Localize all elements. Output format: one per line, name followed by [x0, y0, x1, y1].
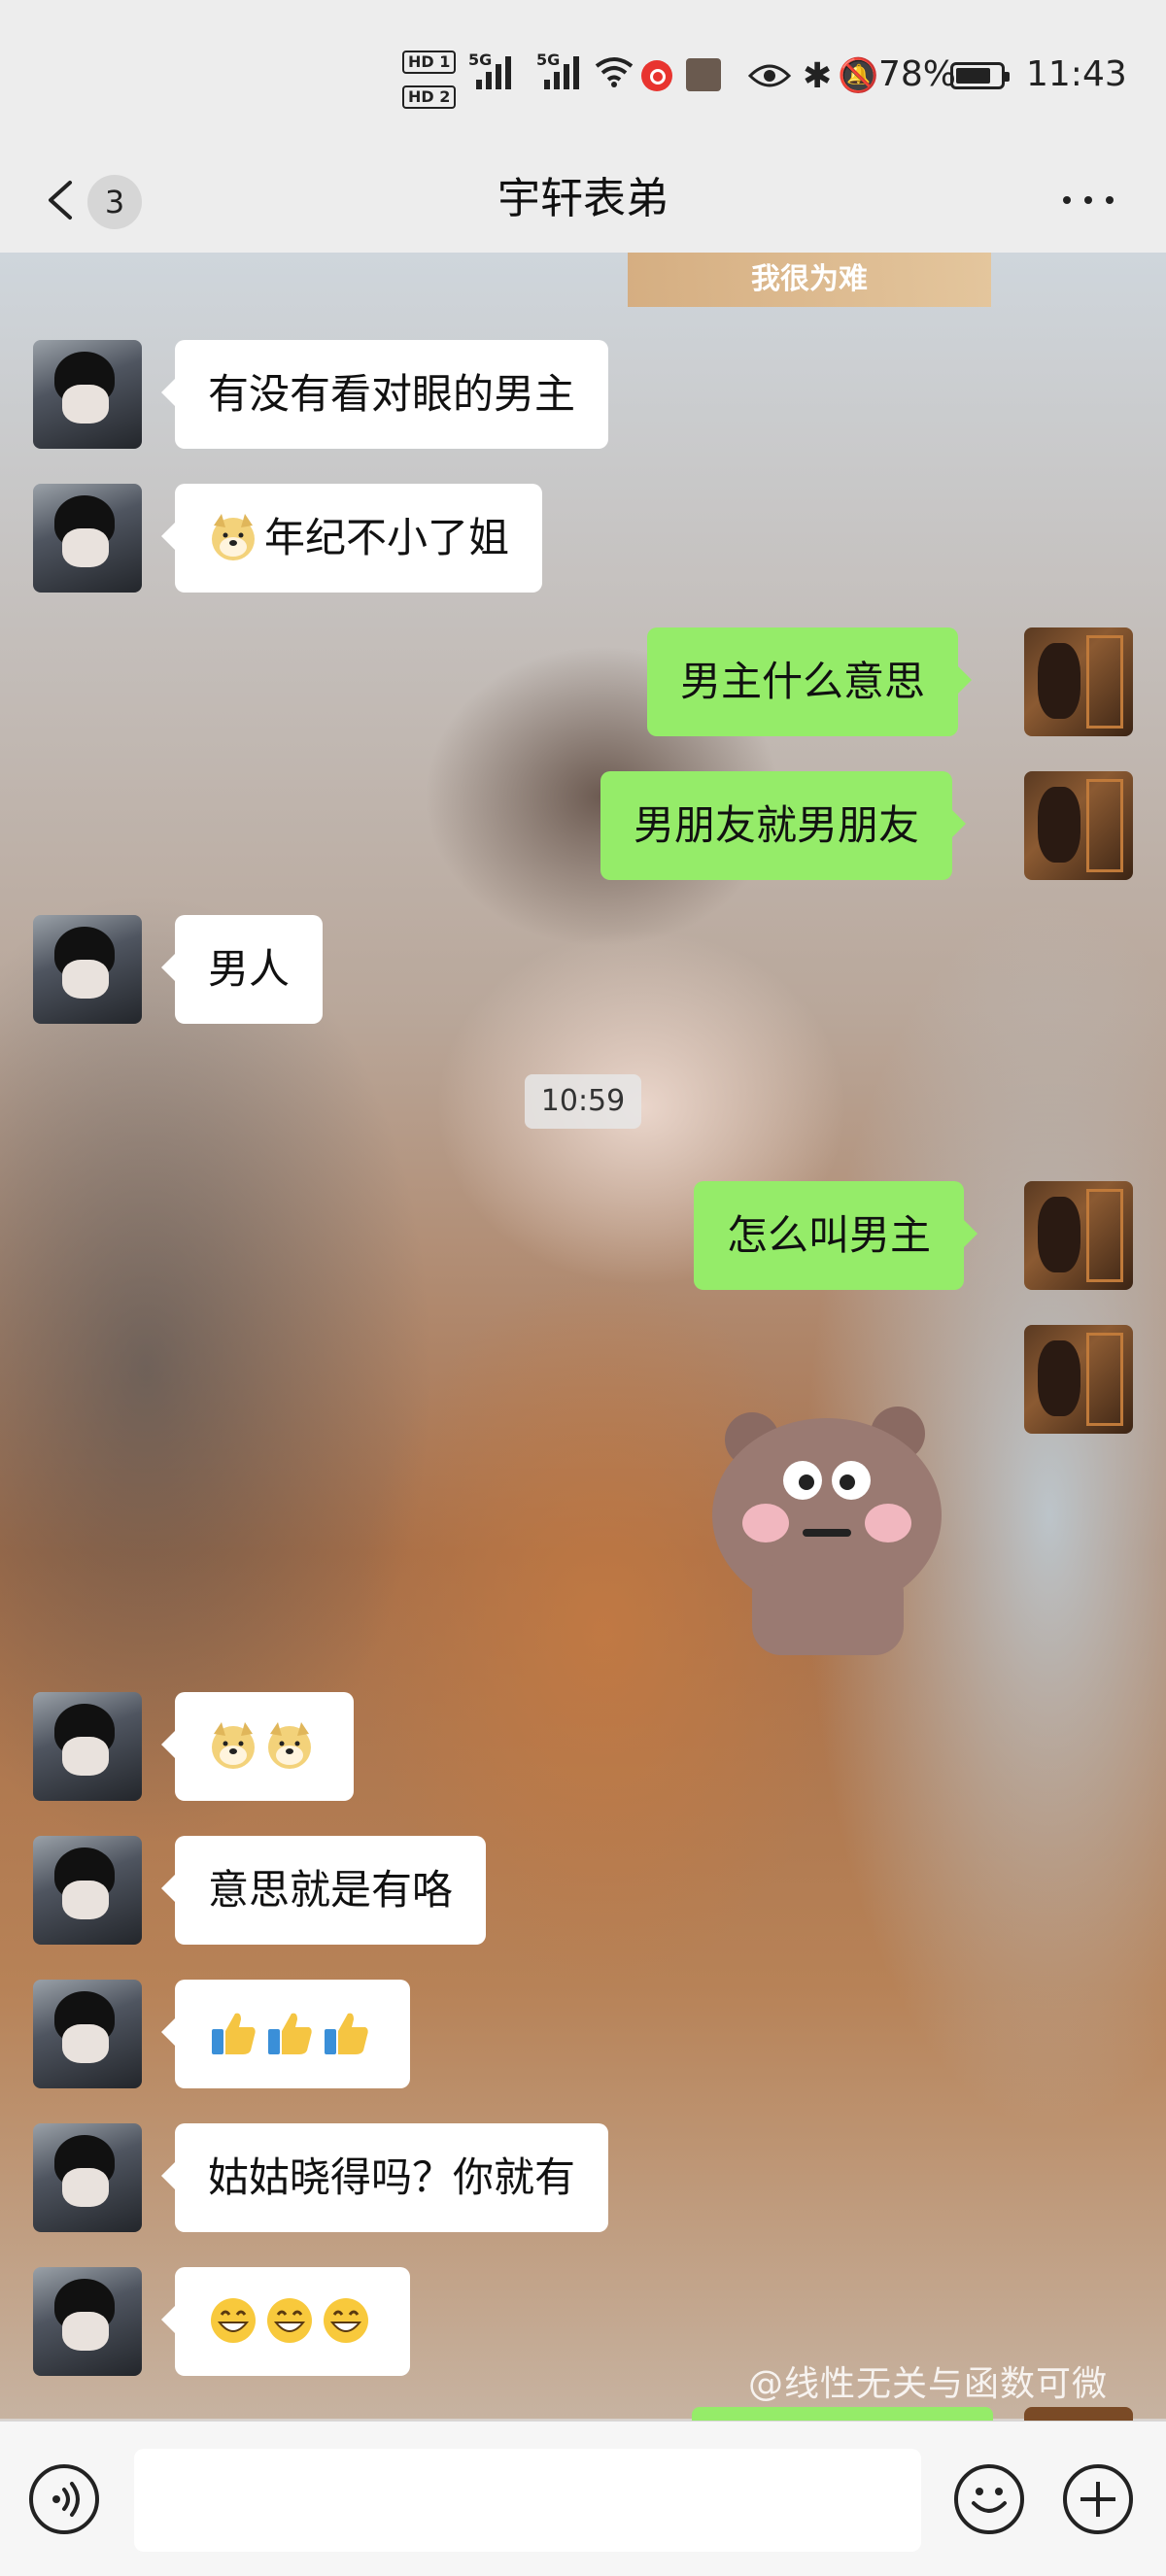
contact-avatar[interactable]	[33, 1692, 142, 1801]
emoji-icon	[972, 2488, 1007, 2513]
grin-emoji-icon	[267, 2297, 312, 2343]
doge-emoji-icon	[212, 513, 255, 560]
grin-emoji-icon	[211, 2297, 256, 2343]
status-time: 11:43	[1026, 54, 1127, 94]
thumbs-up-emoji-icon	[325, 2013, 368, 2054]
signal-1-icon: 5G	[468, 51, 511, 89]
back-button[interactable]: 3	[35, 146, 152, 253]
contact-avatar[interactable]	[33, 1836, 142, 1945]
incoming-bubble[interactable]: 意思就是有咯	[160, 1836, 487, 1945]
message-text: 男主什么意思	[680, 658, 926, 705]
incoming-bubble[interactable]: 有没有看对眼的男主	[160, 340, 609, 449]
doge-emoji-icon	[212, 1721, 255, 1769]
signal-2-icon: 5G	[536, 51, 579, 89]
incoming-bubble[interactable]	[161, 1692, 354, 1801]
message-text: 有没有看对眼的男主	[208, 370, 576, 418]
mute-bell-icon: 🔕	[838, 56, 879, 95]
outgoing-bubble[interactable]: 男朋友就男朋友	[600, 771, 967, 880]
wallpaper-watermark: @线性无关与函数可微	[748, 2364, 1109, 2404]
outgoing-bubble[interactable]: 怎么叫男主	[694, 1181, 978, 1290]
wifi-icon	[595, 57, 634, 87]
bear-sticker[interactable]	[705, 1399, 948, 1661]
message-text: 意思就是有咯	[208, 1866, 454, 1914]
chat-header: 宇轩表弟 3	[0, 146, 1166, 253]
outgoing-bubble[interactable]: 男主什么意思	[647, 627, 973, 736]
incoming-bubble[interactable]: 姑姑晓得吗？你就有	[160, 2123, 609, 2232]
incoming-bubble[interactable]: 年纪不小了姐	[160, 484, 543, 593]
incoming-bubble[interactable]: 男人	[160, 915, 324, 1024]
input-bar	[0, 2421, 1166, 2576]
app-notification-icon	[686, 58, 721, 91]
battery-percent: 78%	[878, 54, 957, 94]
more-actions-button[interactable]	[1063, 2464, 1133, 2534]
battery-icon	[950, 62, 1010, 89]
contact-avatar[interactable]	[33, 1980, 142, 2088]
chat-title: 宇轩表弟	[497, 174, 669, 223]
self-avatar[interactable]	[1024, 1181, 1133, 1290]
self-avatar[interactable]	[1024, 771, 1133, 880]
eye-icon	[748, 64, 791, 87]
voice-icon	[52, 2482, 80, 2517]
message-text: 年纪不小了姐	[264, 514, 510, 561]
thumbs-up-emoji-icon	[268, 2013, 312, 2054]
bluetooth-icon: ✱	[803, 56, 833, 96]
network-type-2: 5G	[536, 51, 561, 69]
doge-emoji-icon	[268, 1721, 311, 1769]
message-input[interactable]	[134, 2449, 921, 2552]
network-type-1: 5G	[468, 51, 493, 69]
chat-screen: 我很为难 @线性无关与函数可微 HD 1 HD 2 5G 5G ✱ 🔕 78% …	[0, 0, 1166, 2576]
contact-avatar[interactable]	[33, 2267, 142, 2376]
more-options-button[interactable]	[1059, 181, 1117, 220]
chevron-left-icon	[49, 181, 72, 220]
self-avatar[interactable]	[1024, 1325, 1133, 1434]
message-text: 怎么叫男主	[727, 1211, 932, 1259]
status-bar: HD 1 HD 2 5G 5G ✱ 🔕 78% 11:43	[0, 0, 1166, 146]
outgoing-bubble-partial[interactable]	[692, 2407, 993, 2421]
contact-avatar[interactable]	[33, 2123, 142, 2232]
contact-avatar[interactable]	[33, 484, 142, 593]
message-text: 男朋友就男朋友	[634, 801, 920, 849]
message-text: 姑姑晓得吗？你就有	[208, 2153, 576, 2201]
incoming-bubble[interactable]	[161, 2267, 410, 2376]
screen-record-icon	[641, 60, 672, 91]
thumbs-up-emoji-icon	[212, 2013, 256, 2054]
hd2-badge: HD 2	[402, 85, 457, 109]
self-avatar[interactable]	[1024, 627, 1133, 736]
chat-timestamp: 10:59	[525, 1074, 641, 1129]
emoji-button[interactable]	[954, 2464, 1024, 2534]
hd1-badge: HD 1	[402, 51, 457, 74]
unread-count-badge: 3	[87, 175, 142, 229]
self-avatar-partial[interactable]	[1024, 2407, 1133, 2421]
message-text: 男人	[208, 945, 291, 993]
wallpaper-caption: 我很为难	[628, 253, 991, 307]
contact-avatar[interactable]	[33, 915, 142, 1024]
grin-emoji-icon	[324, 2297, 368, 2343]
contact-avatar[interactable]	[33, 340, 142, 449]
voice-button[interactable]	[29, 2464, 99, 2534]
incoming-bubble[interactable]	[161, 1980, 410, 2088]
